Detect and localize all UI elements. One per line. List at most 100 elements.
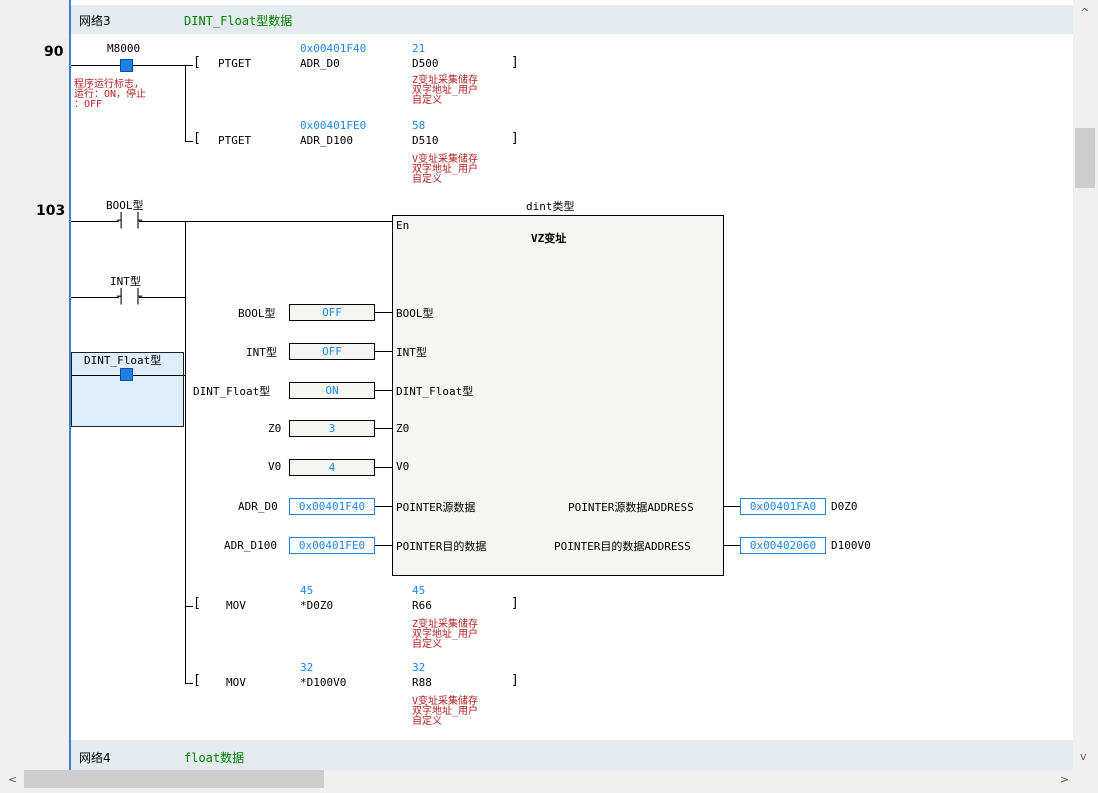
ptget2-comment: V变址采集储存 双字地址_用户 自定义 [412,154,479,185]
rung-number-103: 103 [36,203,66,219]
rung103-main-branch [185,221,186,683]
scroll-right-icon[interactable]: > [1060,773,1069,786]
ptget1-arg2-value: 21 [412,42,426,55]
rung-number-90: 90 [44,44,64,60]
dint-contact-label: DINT_Float型 [84,354,162,367]
mov1-wire [185,606,193,607]
fb-in-pin-z0: Z0 [396,422,410,435]
ptget1-op[interactable]: PTGET [218,57,251,70]
m8000-contact[interactable] [120,59,133,72]
m8000-comment: 程序运行标志， 运行：ON，停止 ：OFF [74,79,147,110]
mov1-op[interactable]: MOV [226,599,246,612]
dint-contact[interactable] [120,368,133,381]
network-4-label: 网络4 [79,751,111,765]
ptget1-arg2[interactable]: D500 [412,57,439,70]
fb-in-value-z0[interactable]: 3 [289,420,375,437]
fb-type-label: dint类型 [526,200,575,213]
ptget2-close-bracket: ] [511,131,519,146]
ptget1-open-bracket: [ [193,55,201,70]
fb-in-pin-int: INT型 [396,346,427,359]
fb-out-ext-d0z0: D0Z0 [831,500,858,513]
fb-in-ext-adr-d0: ADR_D0 [238,500,278,513]
mov1-arg1[interactable]: *D0Z0 [300,599,333,612]
fb-in-ext-adr-d100: ADR_D100 [224,539,277,552]
rung90-branch-wire [185,141,193,142]
fb-in-wire-v0 [375,467,392,468]
fb-en-pin: En [396,219,410,232]
mov1-arg1-value: 45 [300,584,314,597]
ptget1-arg1-value: 0x00401F40 [300,42,367,55]
fb-in-ext-dint: DINT_Float型 [193,385,271,398]
scroll-up-icon[interactable]: ^ [1080,6,1089,19]
ptget2-open-bracket: [ [193,131,201,146]
int-contact-right-wire [139,297,185,298]
bool-contact-label: BOOL型 [106,199,144,212]
fb-in-value-bool[interactable]: OFF [289,304,375,321]
scroll-down-icon[interactable]: v [1080,750,1087,763]
fb-out-pin-src-address: POINTER源数据ADDRESS [568,501,694,514]
mov2-open-bracket: [ [193,673,201,688]
network-4-header[interactable]: 网络4 float数据 [71,740,1073,770]
int-contact-label: INT型 [110,275,141,288]
fb-out-value-dst[interactable]: 0x00402060 [740,537,826,554]
mov1-open-bracket: [ [193,596,201,611]
fb-in-value-dint[interactable]: ON [289,382,375,399]
ptget2-arg2[interactable]: D510 [412,134,439,147]
fb-out-pin-dst-address: POINTER目的数据ADDRESS [554,540,691,553]
network-4-comment: float数据 [184,751,245,765]
fb-in-wire-dint [375,390,392,391]
horizontal-scroll-thumb[interactable] [24,770,324,788]
mov2-op[interactable]: MOV [226,676,246,689]
fb-in-value-adr-d100[interactable]: 0x00401FE0 [289,537,375,554]
scroll-left-icon[interactable]: < [8,773,17,786]
fb-out-wire-src [724,506,740,507]
fb-in-pin-src: POINTER源数据 [396,501,476,514]
fb-in-value-v0[interactable]: 4 [289,459,375,476]
rung-number-gutter [0,0,69,770]
fb-in-wire-bool [375,312,392,313]
fb-in-value-int[interactable]: OFF [289,343,375,360]
ptget2-op[interactable]: PTGET [218,134,251,147]
fb-in-pin-bool: BOOL型 [396,307,434,320]
ptget2-arg1[interactable]: ADR_D100 [300,134,353,147]
vertical-scroll-thumb[interactable] [1075,128,1095,188]
mov1-close-bracket: ] [511,596,519,611]
bool-contact-right-wire [139,221,393,222]
mov1-arg2-value: 45 [412,584,426,597]
mov2-arg2-value: 32 [412,661,426,674]
fb-in-wire-adr-d0 [375,506,392,507]
fb-in-wire-int [375,351,392,352]
bool-contact-left-wire [71,221,119,222]
fb-out-wire-dst [724,545,740,546]
fb-in-value-adr-d0[interactable]: 0x00401F40 [289,498,375,515]
fb-in-pin-v0: V0 [396,460,410,473]
int-contact-left-wire [71,297,119,298]
fb-in-pin-dst: POINTER目的数据 [396,540,487,553]
ptget2-arg1-value: 0x00401FE0 [300,119,367,132]
mov2-arg1-value: 32 [300,661,314,674]
mov1-arg2[interactable]: R66 [412,599,432,612]
fb-in-wire-adr-d100 [375,545,392,546]
rung90-branch [185,65,186,141]
m8000-label: M8000 [107,42,141,55]
network-3-label: 网络3 [79,14,111,28]
mov2-arg1[interactable]: *D100V0 [300,676,346,689]
mov2-arg2[interactable]: R88 [412,676,432,689]
network-3-comment: DINT_Float型数据 [184,14,293,28]
mov2-comment: V变址采集储存 双字地址_用户 自定义 [412,696,479,727]
mov2-close-bracket: ] [511,673,519,688]
fb-out-value-src[interactable]: 0x00401FA0 [740,498,826,515]
fb-in-ext-int: INT型 [246,346,277,359]
fb-in-ext-bool: BOOL型 [238,307,276,320]
fb-out-ext-d100v0: D100V0 [831,539,871,552]
fb-in-pin-dint: DINT_Float型 [396,385,474,398]
ptget1-comment: Z变址采集储存 双字地址_用户 自定义 [412,75,479,106]
fb-title: VZ变址 [531,232,567,245]
vertical-scrollbar[interactable] [1073,0,1098,770]
mov2-wire [185,683,193,684]
network-3-header[interactable]: 网络3 DINT_Float型数据 [71,5,1073,34]
fb-in-wire-z0 [375,428,392,429]
fb-in-ext-z0: Z0 [268,422,282,435]
ptget1-arg1[interactable]: ADR_D0 [300,57,340,70]
mov1-comment: Z变址采集储存 双字地址_用户 自定义 [412,619,479,650]
